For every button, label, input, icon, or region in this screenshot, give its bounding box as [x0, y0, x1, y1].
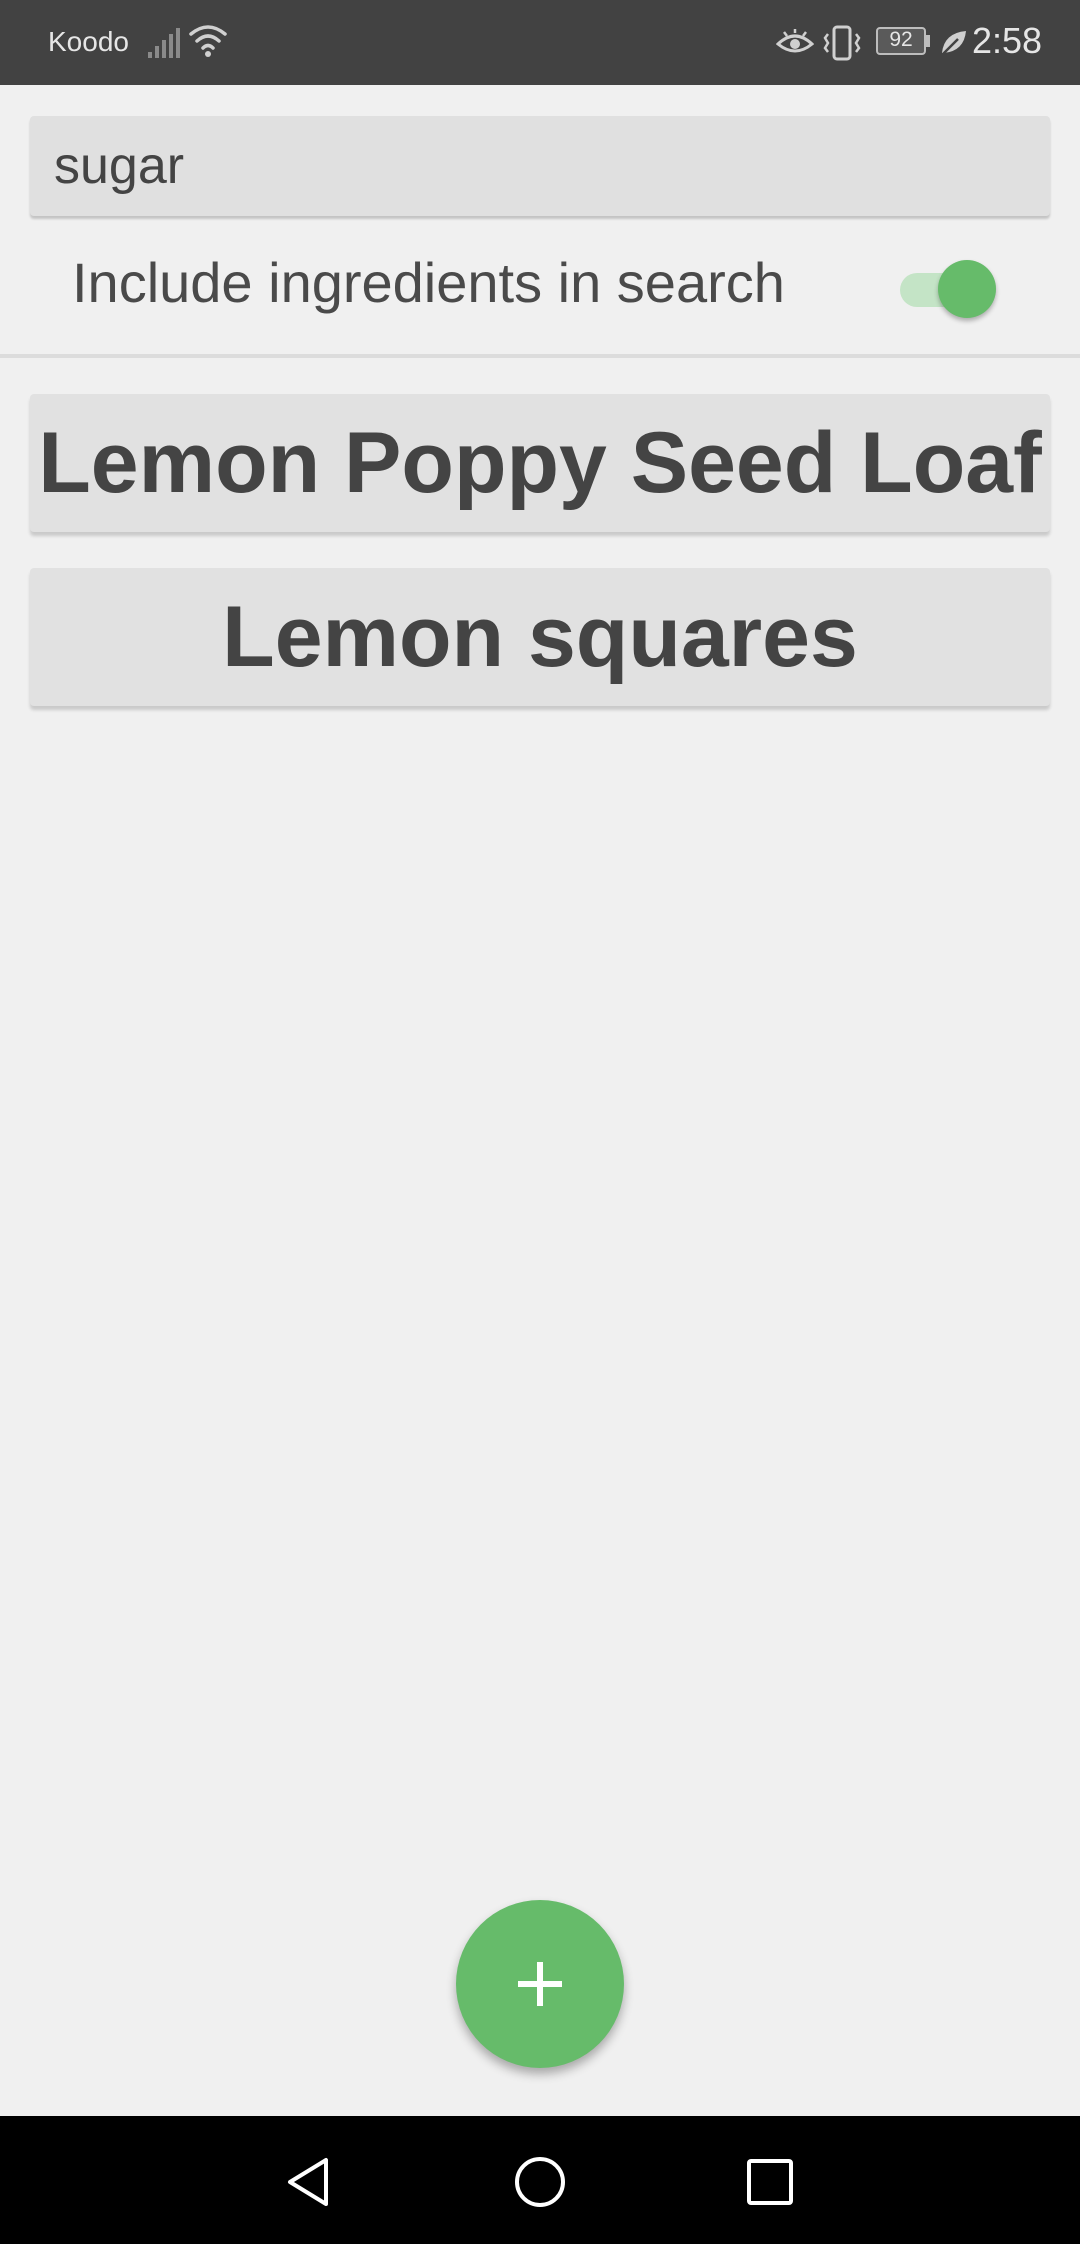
carrier-name: Koodo: [48, 26, 129, 57]
toggle-thumb: [938, 260, 996, 318]
back-icon[interactable]: [282, 2154, 338, 2210]
vibrate-icon: [823, 25, 861, 61]
recents-icon[interactable]: [742, 2154, 798, 2210]
leaf-icon: [941, 31, 966, 56]
include-ingredients-label: Include ingredients in search: [72, 251, 785, 314]
divider: [0, 354, 1080, 358]
battery-icon: 92: [876, 27, 932, 57]
recipe-button[interactable]: Lemon squares: [30, 568, 1050, 706]
screen: Koodo 92 2:58 sugar Include ingredients …: [0, 0, 1080, 2244]
clock: 2:58: [972, 20, 1043, 61]
battery-tip: [926, 35, 930, 47]
signal-icon: [148, 28, 180, 58]
home-icon[interactable]: [512, 2154, 568, 2210]
wifi-icon: [189, 25, 227, 57]
battery-level: 92: [889, 28, 913, 51]
include-ingredients-toggle[interactable]: [898, 259, 998, 319]
plus-icon: [518, 1962, 562, 2006]
navigation-bar: [0, 2116, 1080, 2244]
status-bar: Koodo 92 2:58: [0, 0, 1080, 85]
search-input[interactable]: sugar: [30, 116, 1050, 216]
add-recipe-button[interactable]: [456, 1900, 624, 2068]
recipe-button[interactable]: Lemon Poppy Seed Loaf: [30, 394, 1050, 532]
eye-icon: [776, 29, 814, 53]
